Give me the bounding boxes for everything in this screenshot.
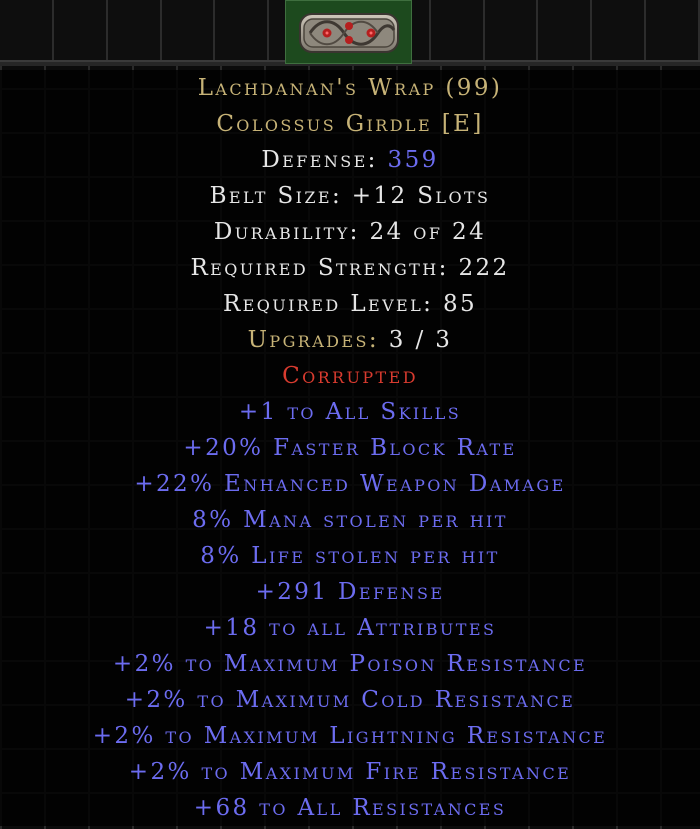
magic-mod: +2% to Maximum Poison Resistance [112,651,588,677]
magic-mod: +2% to Maximum Cold Resistance [124,687,576,713]
defense-label: Defense: [261,147,388,173]
item-tooltip: Lachdanan's Wrap (99) Colossus Girdle [E… [0,70,700,826]
item-name: Lachdanan's Wrap (99) [197,75,503,101]
magic-mod: 8% Life stolen per hit [200,543,500,569]
upgrades-stat: Upgrades: 3 / 3 [0,322,700,358]
defense-value: 359 [387,147,439,173]
magic-mod: +68 to All Resistances [193,795,507,821]
magic-mod: 8% Mana stolen per hit [192,507,508,533]
inventory-slot[interactable] [215,0,270,60]
magic-mod: +1 to All Skills [238,399,462,425]
upgrades-value: 3 / 3 [388,327,453,353]
belt-icon [298,13,399,53]
inventory-slot[interactable] [108,0,162,60]
item-base-type: Colossus Girdle [E] [216,111,484,137]
magic-mod: +22% Enhanced Weapon Damage [134,471,566,497]
inventory-slot[interactable] [538,0,593,60]
inventory-slot[interactable] [485,0,539,60]
magic-mod: +2% to Maximum Lightning Resistance [92,723,608,749]
inventory-slot[interactable] [0,0,54,60]
inventory-slot[interactable] [592,0,647,60]
magic-mod: +20% Faster Block Rate [183,435,517,461]
inventory-slot[interactable] [646,0,700,60]
magic-mod: +2% to Maximum Fire Resistance [128,759,572,785]
upgrades-label: Upgrades: [247,327,389,353]
durability-stat: Durability: 24 of 24 [213,219,487,245]
magic-mod: +18 to all Attributes [203,615,497,641]
required-level: Required Level: 85 [222,291,478,317]
required-strength: Required Strength: 222 [190,255,510,281]
equipped-item-slot[interactable] [285,0,412,64]
defense-stat: Defense: 359 [0,142,700,178]
belt-size-stat: Belt Size: +12 Slots [209,183,491,209]
inventory-slot[interactable] [162,0,216,60]
magic-mod: +291 Defense [255,579,445,605]
corrupted-label: Corrupted [282,363,418,389]
inventory-slot[interactable] [54,0,108,60]
inventory-slot[interactable] [431,0,485,60]
